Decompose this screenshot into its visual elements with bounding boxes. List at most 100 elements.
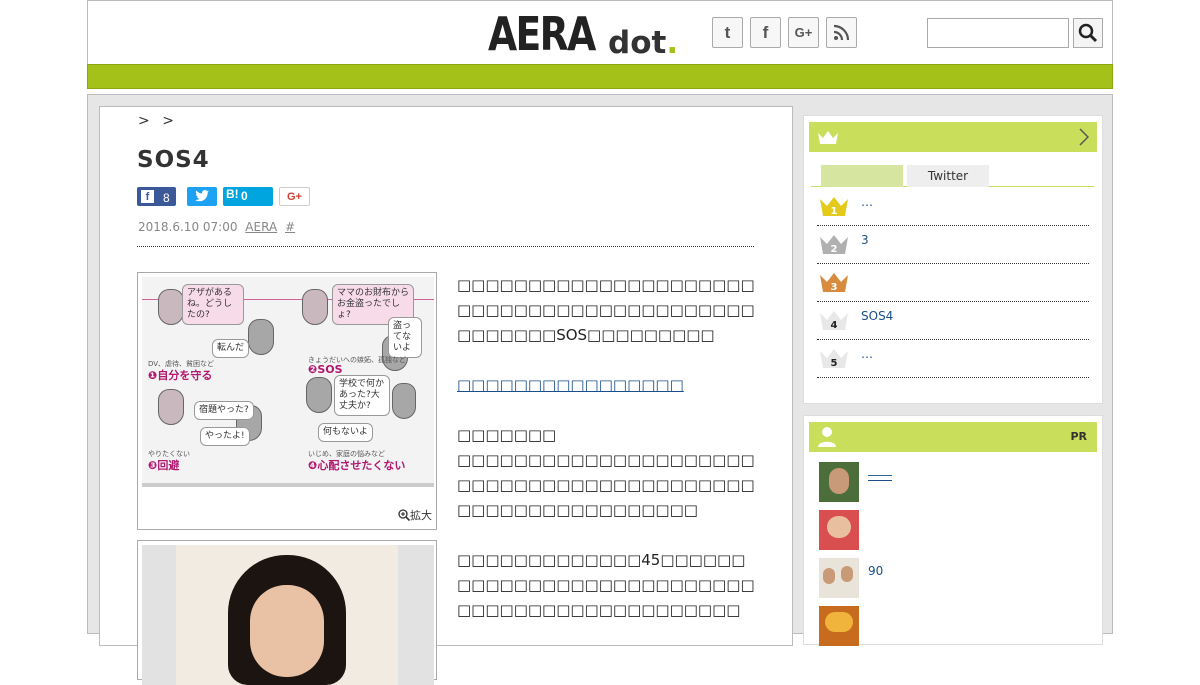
hatena-count: 0 <box>241 189 248 203</box>
rank-number: 1 <box>831 206 838 217</box>
speech-bubble: やったよ! <box>200 427 250 446</box>
pr-item-title[interactable]: 90 <box>868 564 883 578</box>
pr-thumbnail[interactable] <box>819 606 859 646</box>
speech-bubble: 転んだ <box>212 339 250 358</box>
google-plus-link[interactable]: G+ <box>788 17 819 48</box>
ranking-item[interactable]: 4 SOS4 <box>817 302 1089 340</box>
ranking-item[interactable]: 1 … <box>817 188 1089 226</box>
article-link[interactable]: □□□□□□□□□□□□□□□□ <box>457 373 755 398</box>
pr-widget: PR ―― 90 <box>803 415 1103 646</box>
pr-item[interactable] <box>817 606 1089 650</box>
speech-bubble: 何もないよ <box>318 423 373 442</box>
crown-icon: 4 <box>820 311 848 331</box>
search-input[interactable] <box>927 18 1069 48</box>
ranking-item[interactable]: 5 … <box>817 340 1089 378</box>
twitter-icon: t <box>724 23 731 42</box>
article-panel: > > SOS4 f 8 B! 0 G+ 2018.6.10 07:00 AER… <box>99 106 793 685</box>
father-figure <box>392 383 416 419</box>
ranking-item[interactable]: 2 3 <box>817 226 1089 264</box>
silver-crown-icon: 2 <box>820 235 848 255</box>
google-plus-share-button[interactable]: G+ <box>279 187 310 206</box>
logo-dot-text: dot. <box>608 25 678 61</box>
article-subheading: □□□□□□□ <box>457 426 557 444</box>
rss-link[interactable] <box>826 17 857 48</box>
article-source-link[interactable]: AERA <box>245 220 277 234</box>
figure-caption: ❹心配させたくない <box>308 459 406 472</box>
thumbnail-food <box>825 612 853 632</box>
crown-icon: 5 <box>820 349 848 369</box>
site-logo[interactable]: AERA dot. <box>488 7 678 61</box>
facebook-icon: f <box>762 23 769 42</box>
search-icon <box>1078 23 1098 43</box>
twitter-link[interactable]: t <box>712 17 743 48</box>
breadcrumb-chevron-icon[interactable]: > <box>162 113 174 129</box>
pr-thumbnail[interactable] <box>819 510 859 550</box>
pr-label: PR <box>1070 430 1087 443</box>
ranking-item-title[interactable]: SOS4 <box>861 309 893 323</box>
child-figure <box>306 377 332 413</box>
breadcrumb-chevron-icon[interactable]: > <box>138 113 150 129</box>
zoom-link[interactable]: 拡大 <box>398 507 432 523</box>
article-paragraph: □□□□□□□□□□□□□□□□□□□□□□□□□□□□□□□□□□□□□□□□… <box>457 276 755 344</box>
photo-face <box>250 585 324 677</box>
tab-access-ranking[interactable] <box>821 165 903 187</box>
breadcrumb: > > <box>138 113 182 129</box>
ranking-header[interactable] <box>809 122 1097 152</box>
figure-caption: ❷SOS <box>308 363 343 376</box>
rank-number: 3 <box>831 282 838 293</box>
mother-figure <box>158 389 184 425</box>
ranking-item[interactable]: 3 <box>817 264 1089 302</box>
ranking-item-title[interactable]: 3 <box>861 233 869 247</box>
tab-twitter-ranking[interactable]: Twitter <box>907 165 989 187</box>
article-paragraph: □□□□□□□□□□□□□45□□□□□□□□□□□□□□□□□□□□□□□□□… <box>457 551 755 619</box>
search-button[interactable] <box>1073 18 1103 48</box>
thumbnail-face <box>827 516 851 538</box>
google-plus-icon: G+ <box>287 191 302 203</box>
rank-number: 5 <box>831 358 838 369</box>
thumbnail-face <box>823 568 835 584</box>
article-date: 2018.6.10 07:00 <box>138 220 238 234</box>
article-meta: 2018.6.10 07:00 AERA # <box>138 220 295 234</box>
twitter-bird-icon <box>195 190 209 202</box>
portrait-figure[interactable] <box>137 540 437 685</box>
logo-aera-text: AERA <box>488 7 596 61</box>
rss-icon <box>833 24 850 41</box>
ranking-item-title[interactable]: … <box>861 195 873 209</box>
pr-item[interactable]: ―― <box>817 462 1089 506</box>
pr-header: PR <box>809 422 1097 452</box>
logo-dot-period: . <box>666 25 679 61</box>
pr-thumbnail[interactable] <box>819 462 859 502</box>
site-header: AERA dot. t f G+ <box>87 0 1113 64</box>
speech-bubble: アザがあるね。どうしたの? <box>182 284 244 325</box>
child-figure <box>248 319 274 355</box>
twitter-share-button[interactable] <box>187 187 217 206</box>
zoom-in-icon <box>398 509 411 522</box>
figure-caption: ❶自分を守る <box>148 369 213 382</box>
facebook-icon: f <box>141 190 154 203</box>
hatena-bookmark-button[interactable]: B! 0 <box>223 187 273 206</box>
rank-number: 4 <box>831 320 838 331</box>
header-accent-bar <box>87 64 1113 89</box>
chevron-right-icon <box>1079 128 1089 146</box>
zoom-label: 拡大 <box>410 509 432 522</box>
ranking-item-title[interactable]: … <box>861 347 873 361</box>
pr-item-title[interactable]: ―― <box>868 468 892 482</box>
pr-item[interactable] <box>817 510 1089 554</box>
pr-thumbnail[interactable] <box>819 558 859 598</box>
rank-number: 2 <box>831 244 838 255</box>
speech-bubble: 盗ってないよ <box>388 317 422 358</box>
article-paragraph: □□□□□□□□□□□□□□□□□□□□□□□□□□□□□□□□□□□□□□□□… <box>457 451 755 519</box>
article-link-text[interactable]: □□□□□□□□□□□□□□□□ <box>457 376 684 394</box>
manga-illustration: アザがあるね。どうしたの? 転んだ DV、虐待、貧困など ❶自分を守る ママのお… <box>142 277 434 487</box>
thumbnail-face <box>841 566 853 582</box>
pr-item[interactable]: 90 <box>817 558 1089 602</box>
facebook-link[interactable]: f <box>750 17 781 48</box>
content-frame: > > SOS4 f 8 B! 0 G+ 2018.6.10 07:00 AER… <box>87 94 1113 685</box>
person-icon <box>818 427 836 447</box>
article-tag-link[interactable]: # <box>285 220 295 234</box>
logo-dot-word: dot <box>608 25 667 61</box>
gold-crown-icon: 1 <box>820 197 848 217</box>
illustration-figure[interactable]: アザがあるね。どうしたの? 転んだ DV、虐待、貧困など ❶自分を守る ママのお… <box>137 272 437 530</box>
bronze-crown-icon: 3 <box>820 273 848 293</box>
facebook-share-button[interactable]: f 8 <box>137 187 176 206</box>
